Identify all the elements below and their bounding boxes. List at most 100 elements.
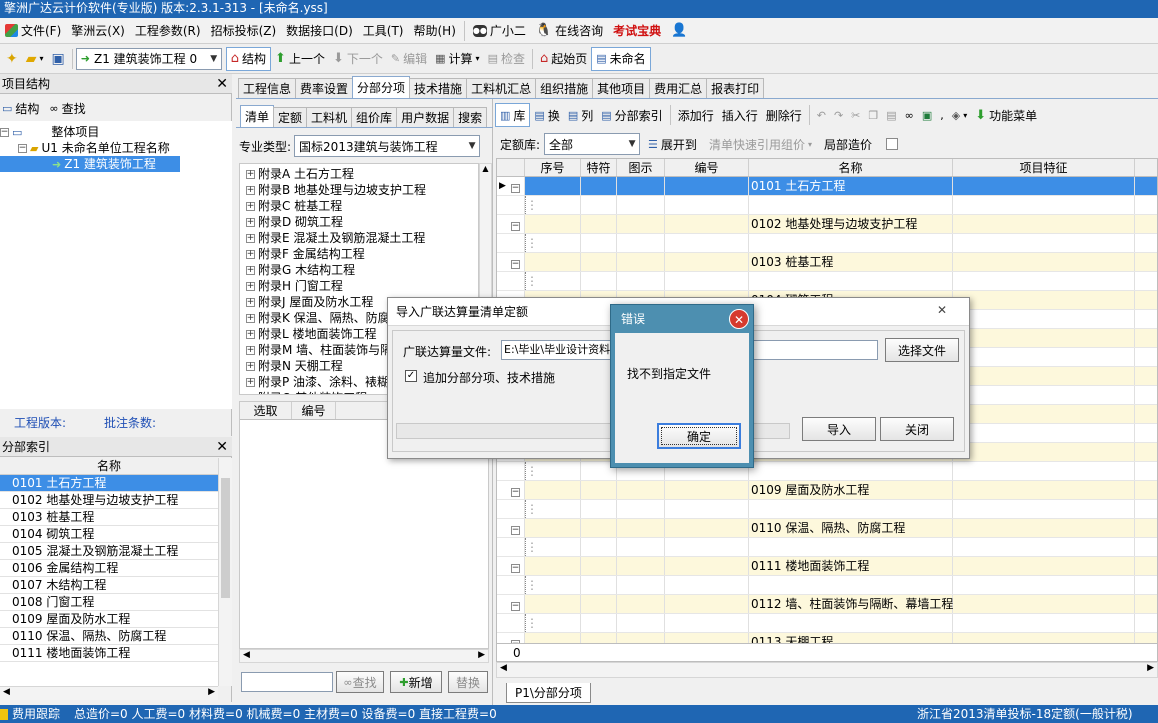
tree-node-unit[interactable]: − ▰ U1 未命名单位工程名称 — [0, 140, 232, 156]
tab-library-5[interactable]: 搜索 — [453, 107, 488, 127]
tab-library-1[interactable]: 定额 — [273, 107, 308, 127]
library-search-button[interactable]: ∞ 查找 — [336, 671, 384, 693]
undo-button[interactable]: ↶ — [813, 103, 830, 127]
expand-icon[interactable]: + — [246, 169, 255, 179]
close-button[interactable]: 关闭 — [880, 417, 954, 441]
expand-icon[interactable]: + — [246, 185, 255, 195]
tab-main-2[interactable]: 分部分项 — [352, 76, 411, 98]
menu-cloud[interactable]: 擎洲云(X) — [66, 22, 130, 39]
index-item[interactable]: 0104 砌筑工程 — [0, 526, 218, 543]
index-item[interactable]: 0101 土石方工程 — [0, 475, 218, 492]
index-item[interactable]: 0110 保温、隔热、防腐工程 — [0, 628, 218, 645]
project-combo[interactable]: ➜ Z1 建筑装饰工程 0 ▼ — [75, 47, 222, 70]
tab-main-3[interactable]: 技术措施 — [409, 78, 468, 98]
index-item[interactable]: 0109 屋面及防水工程 — [0, 611, 218, 628]
excel-button[interactable]: ▣ — [918, 103, 936, 127]
index-item[interactable]: 0102 地基处理与边坡支护工程 — [0, 492, 218, 509]
tab-library-4[interactable]: 用户数据 — [396, 107, 455, 127]
table-row[interactable]: ⋮ — [497, 462, 1157, 481]
expand-icon[interactable]: + — [246, 377, 255, 387]
library-search-input[interactable] — [241, 672, 333, 692]
tab-library-2[interactable]: 工料机 — [306, 107, 353, 127]
tree-node-building[interactable]: ➜ Z1 建筑装饰工程 — [0, 156, 180, 172]
expand-icon[interactable]: + — [246, 265, 255, 275]
save-button[interactable]: ▣ — [48, 47, 69, 71]
expand-icon[interactable]: + — [246, 393, 255, 394]
index-item[interactable]: 0103 桩基工程 — [0, 509, 218, 526]
next-button[interactable]: ⬇ 下一个 — [329, 47, 387, 71]
expand-icon[interactable]: + — [246, 329, 255, 339]
tab-main-1[interactable]: 费率设置 — [295, 78, 354, 98]
library-new-button[interactable]: ✚ 新增 — [390, 671, 442, 693]
table-row[interactable]: ⋮ — [497, 234, 1157, 253]
calc-button[interactable]: ▦ 计算 ▾ — [431, 47, 483, 71]
table-row[interactable]: − 0112 墙、柱面装饰与隔断、幕墙工程 — [497, 595, 1157, 614]
redo-button[interactable]: ↷ — [830, 103, 847, 127]
open-folder-button[interactable]: ▰ ▾ — [22, 47, 48, 71]
cost-trace-button[interactable]: 费用跟踪 — [12, 705, 60, 723]
quota-select[interactable]: 全部 ▼ — [544, 133, 641, 155]
menu-guangxiaoer[interactable]: ●● 广小二 — [468, 22, 531, 39]
prev-button[interactable]: ⬆ 上一个 — [271, 47, 329, 71]
select-file-button[interactable]: 选择文件 — [885, 338, 959, 362]
library-tree-item[interactable]: + 附录A 土石方工程 — [240, 166, 478, 182]
table-row[interactable]: − 0111 楼地面装饰工程 — [497, 557, 1157, 576]
library-tree-item[interactable]: + 附录H 门窗工程 — [240, 278, 478, 294]
library-tree-item[interactable]: + 附录C 桩基工程 — [240, 198, 478, 214]
tab-main-0[interactable]: 工程信息 — [238, 78, 297, 98]
quick-ref-button[interactable]: 清单快速引用组价 ▾ — [705, 132, 816, 156]
expand-icon[interactable]: + — [246, 361, 255, 371]
menu-consult[interactable]: 🐧 在线咨询 — [531, 22, 608, 39]
tab-library-3[interactable]: 组价库 — [351, 107, 398, 127]
unnamed-doc-button[interactable]: ▤ 未命名 — [591, 46, 651, 71]
menu-exam[interactable]: 考试宝典 — [608, 22, 666, 39]
close-icon[interactable]: ✕ — [923, 302, 961, 320]
close-icon[interactable]: ✕ — [216, 437, 228, 457]
library-tree-item[interactable]: + 附录E 混凝土及钢筋混凝土工程 — [240, 230, 478, 246]
index-scrollbar[interactable] — [218, 458, 232, 686]
swap-button[interactable]: ▤ 换 — [530, 103, 563, 127]
expand-icon[interactable]: + — [246, 249, 255, 259]
library-replace-button[interactable]: 替换 — [448, 671, 488, 693]
table-row[interactable]: ▶ − 0101 土石方工程 — [497, 177, 1157, 196]
paint-button[interactable]: ◈ ▾ — [948, 103, 971, 127]
check-button[interactable]: ▤ 检查 — [484, 47, 529, 71]
new-file-button[interactable]: ✦ — [2, 47, 22, 71]
menu-params[interactable]: 工程参数(R) — [130, 22, 206, 39]
add-row-button[interactable]: 添加行 — [674, 103, 718, 127]
tab-main-8[interactable]: 报表打印 — [706, 78, 765, 98]
find-grid-button[interactable]: ∞ — [901, 103, 918, 127]
library-tree-item[interactable]: + 附录G 木结构工程 — [240, 262, 478, 278]
expand-icon[interactable]: + — [246, 201, 255, 211]
expand-icon[interactable]: + — [246, 217, 255, 227]
tab-main-7[interactable]: 费用汇总 — [649, 78, 708, 98]
index-item[interactable]: 0105 混凝土及钢筋混凝土工程 — [0, 543, 218, 560]
index-item[interactable]: 0107 木结构工程 — [0, 577, 218, 594]
expand-button[interactable]: ☰ 展开到 — [644, 132, 701, 156]
tab-main-4[interactable]: 工料机汇总 — [466, 78, 537, 98]
table-row[interactable]: ⋮ — [497, 614, 1157, 633]
import-button[interactable]: 导入 — [802, 417, 876, 441]
user-icon[interactable]: 👤 — [666, 23, 692, 38]
index-button[interactable]: ▤ 分部索引 — [597, 103, 666, 127]
table-row[interactable]: ⋮ — [497, 500, 1157, 519]
find-button[interactable]: ∞ 查找 — [49, 96, 85, 120]
table-row[interactable]: − 0109 屋面及防水工程 — [497, 481, 1157, 500]
expand-icon[interactable]: + — [246, 345, 255, 355]
index-item[interactable]: 0108 门窗工程 — [0, 594, 218, 611]
structure-button[interactable]: ⌂ 结构 — [225, 46, 272, 71]
index-hscrollbar[interactable]: ◀ ▶ — [0, 686, 218, 700]
home-page-button[interactable]: ⌂ 起始页 — [536, 47, 591, 71]
local-price-button[interactable]: 局部造价 — [820, 132, 876, 156]
copy-button[interactable]: ❐ — [864, 103, 882, 127]
expand-icon[interactable]: + — [246, 297, 255, 307]
expand-icon[interactable]: + — [246, 281, 255, 291]
library-tree-item[interactable]: + 附录F 金属结构工程 — [240, 246, 478, 262]
menu-bid[interactable]: 招标投标(Z) — [206, 22, 282, 39]
library-tree-item[interactable]: + 附录B 地基处理与边坡支护工程 — [240, 182, 478, 198]
menu-file[interactable]: 文件(F) — [0, 22, 66, 39]
ok-button[interactable]: 确定 — [657, 423, 741, 449]
table-row[interactable]: − 0102 地基处理与边坡支护工程 — [497, 215, 1157, 234]
lib-button[interactable]: ▥ 库 — [495, 103, 531, 127]
library-hscrollbar[interactable]: ◀ ▶ — [239, 649, 489, 663]
